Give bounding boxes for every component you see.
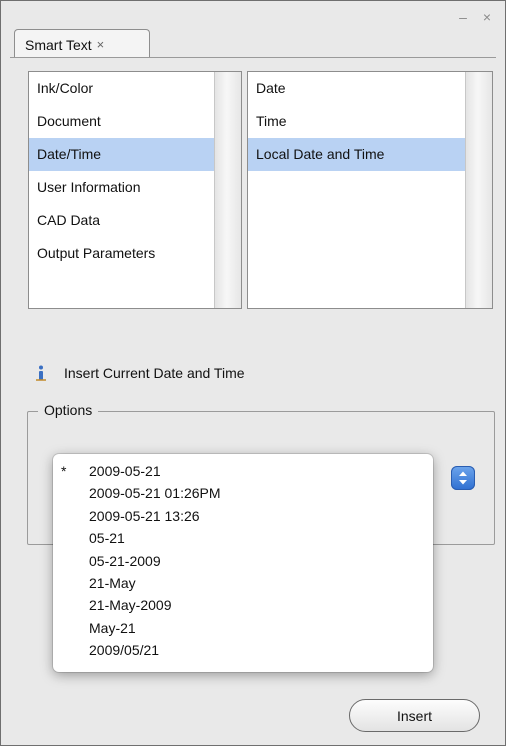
tab-strip: Smart Text × – × [1, 1, 505, 59]
date-format-option[interactable]: 21-May [53, 572, 433, 594]
date-format-menu[interactable]: * 2009-05-21 2009-05-21 01:26PM 2009-05-21 … [53, 454, 433, 672]
tab-label: Smart Text [25, 36, 92, 53]
category-item-date-time[interactable]: Date/Time [29, 138, 215, 171]
date-format-label: 2009-05-21 13:26 [89, 507, 200, 524]
info-icon [32, 364, 50, 382]
check-mark-icon: * [61, 463, 67, 479]
date-format-option[interactable]: 21-May-2009 [53, 594, 433, 616]
category-list[interactable]: Ink/Color Document Date/Time User Informati… [28, 71, 242, 309]
subitem-list-scrollbar[interactable] [465, 72, 492, 308]
date-format-option[interactable]: 2009-05-21 13:26 [53, 505, 433, 527]
category-item-ink-color[interactable]: Ink/Color [29, 72, 215, 105]
date-format-option[interactable]: 05-21-2009 [53, 550, 433, 572]
options-legend: Options [38, 402, 99, 418]
smart-text-panel: Smart Text × – × Ink/Color Document Date/T… [0, 0, 506, 746]
tab-smart-text[interactable]: Smart Text × [14, 29, 150, 59]
date-format-option[interactable]: May-21 [53, 617, 433, 639]
date-format-option[interactable]: * 2009-05-21 [53, 460, 433, 482]
date-format-label: 2009-05-21 01:26PM [89, 485, 221, 502]
category-item-user-information[interactable]: User Information [29, 171, 215, 204]
date-format-option[interactable]: 05-21 [53, 527, 433, 549]
description-text: Insert Current Date and Time [64, 365, 245, 381]
subitem-local-date-and-time[interactable]: Local Date and Time [248, 138, 466, 171]
date-format-label: May-21 [89, 619, 136, 636]
category-item-cad-data[interactable]: CAD Data [29, 204, 215, 237]
subitem-list-items: Date Time Local Date and Time [248, 72, 466, 308]
date-format-option[interactable]: 2009/05/21 [53, 639, 433, 661]
date-format-label: 05-21 [89, 530, 125, 547]
date-format-label: 05-21-2009 [89, 552, 161, 569]
date-format-label: 2009/05/21 [89, 642, 160, 659]
category-item-output-parameters[interactable]: Output Parameters [29, 237, 215, 270]
category-item-document[interactable]: Document [29, 105, 215, 138]
category-list-items: Ink/Color Document Date/Time User Informati… [29, 72, 215, 308]
subitem-time[interactable]: Time [248, 105, 466, 138]
updown-arrows-icon[interactable] [451, 466, 475, 490]
subitem-list[interactable]: Date Time Local Date and Time [247, 71, 493, 309]
category-list-scrollbar[interactable] [214, 72, 241, 308]
date-format-options: * 2009-05-21 2009-05-21 01:26PM 2009-05-21 … [53, 460, 433, 662]
description-row: Insert Current Date and Time [32, 364, 245, 382]
date-format-label: 2009-05-21 [89, 463, 161, 479]
date-format-option[interactable]: 2009-05-21 01:26PM [53, 482, 433, 504]
subitem-date[interactable]: Date [248, 72, 466, 105]
tab-close-icon[interactable]: × [97, 37, 105, 52]
date-format-label: 21-May-2009 [89, 597, 172, 614]
insert-button[interactable]: Insert [349, 699, 480, 732]
window-controls[interactable]: – × [459, 9, 497, 25]
date-format-label: 21-May [89, 574, 136, 591]
